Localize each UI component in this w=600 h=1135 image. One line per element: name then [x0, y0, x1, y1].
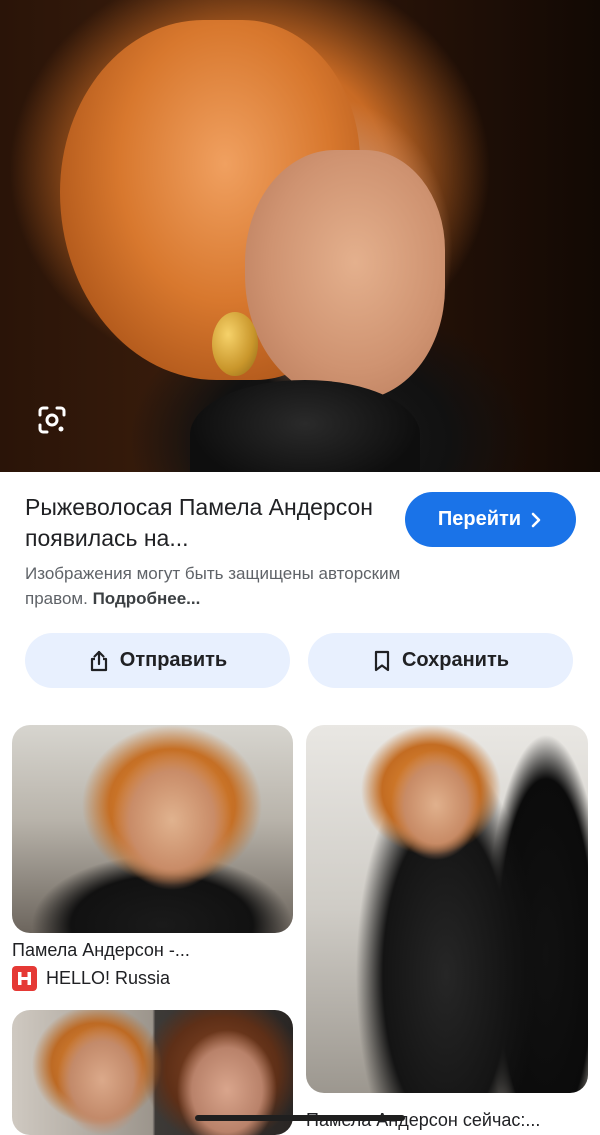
source-name: HELLO! Russia: [46, 967, 171, 988]
copyright-text: Изображения могут быть защищены авторски…: [25, 564, 401, 608]
image-clothing: [190, 380, 420, 472]
related-image-2[interactable]: [306, 725, 588, 1093]
more-link[interactable]: Подробнее...: [93, 589, 201, 608]
save-button[interactable]: Сохранить: [308, 633, 573, 688]
home-indicator[interactable]: [195, 1115, 405, 1121]
google-lens-button[interactable]: [32, 400, 72, 440]
save-label: Сохранить: [401, 649, 510, 671]
copyright-notice: Изображения могут быть защищены авторски…: [25, 561, 465, 611]
related-image-1[interactable]: [12, 725, 293, 933]
related-source-1[interactable]: HELLO! Russia: [12, 965, 170, 991]
image-earring: [212, 312, 258, 376]
image-face: [245, 150, 445, 400]
result-title[interactable]: Рыжеволосая Памела Андерсон появилась на…: [25, 492, 385, 554]
main-image[interactable]: [0, 0, 600, 472]
share-icon: [90, 650, 107, 671]
chevron-right-icon: [531, 512, 541, 527]
bookmark-icon: [374, 650, 390, 671]
visit-button-label: Перейти: [437, 508, 522, 530]
hello-favicon: [12, 965, 37, 991]
share-label: Отправить: [119, 649, 228, 671]
share-button[interactable]: Отправить: [25, 633, 290, 688]
visit-button[interactable]: Перейти: [405, 492, 576, 547]
related-title-1[interactable]: Памела Андерсон -...: [12, 937, 293, 963]
google-lens-icon: [38, 406, 66, 434]
